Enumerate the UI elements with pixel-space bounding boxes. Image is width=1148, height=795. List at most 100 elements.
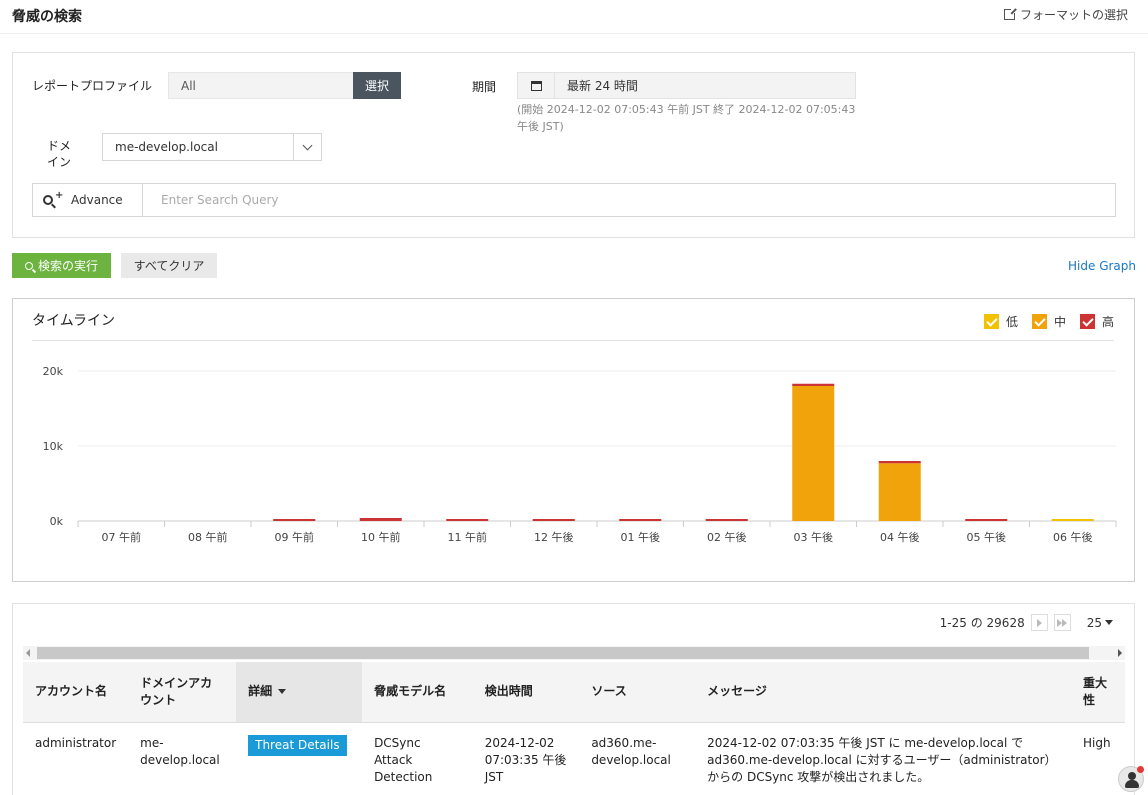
timeline-panel: タイムライン 低 中 高 0k 10k 20k 07 午前 08 午前 09 午前 10 午… — [12, 298, 1135, 582]
checkbox-checked-icon — [983, 314, 999, 329]
chevron-down-icon — [302, 140, 313, 150]
cell-domain-account: me-develop.local — [140, 735, 220, 767]
bar-segment — [792, 386, 835, 521]
cell-account: administrator — [35, 735, 117, 750]
profile-input[interactable]: All — [168, 72, 354, 99]
domain-label: ドメ イン — [47, 138, 71, 170]
page-header: 脅威の検索 フォーマットの選択 — [0, 0, 1148, 34]
x-tick-label: 01 午後 — [621, 530, 661, 544]
legend-item-high[interactable]: 高 — [1079, 313, 1114, 330]
sort-desc-icon — [278, 689, 287, 695]
search-plus-icon — [43, 195, 53, 205]
timeline-title: タイムライン — [32, 313, 116, 329]
x-tick-label: 06 午後 — [1053, 530, 1093, 544]
advance-label: Advance — [71, 193, 123, 207]
advanced-search-bar: + Advance — [32, 183, 1116, 217]
period-picker[interactable]: 最新 24 時間 — [517, 72, 856, 99]
filter-panel: レポートプロファイル All 選択 期間 最新 24 時間 (開始 2024-1… — [12, 52, 1135, 238]
profile-select-button[interactable]: 選択 — [353, 72, 401, 99]
threat-details-button[interactable]: Threat Details — [248, 734, 347, 756]
cell-details: Threat Details — [236, 722, 362, 786]
period-value: 最新 24 時間 — [567, 79, 638, 93]
x-tick-label: 08 午前 — [188, 530, 228, 544]
x-tick-label: 11 午前 — [448, 530, 488, 544]
checkbox-checked-icon — [1079, 314, 1095, 329]
bar-segment — [359, 518, 402, 521]
help-assistant-button[interactable] — [1118, 766, 1144, 792]
format-select-label: フォーマットの選択 — [1019, 8, 1128, 22]
domain-select[interactable]: me-develop.local — [102, 133, 322, 161]
x-tick-label: 03 午後 — [794, 530, 834, 544]
pagination-range: 1-25 の 29628 — [939, 616, 1025, 630]
bar-segment — [446, 519, 489, 521]
bar-segment — [1051, 519, 1094, 521]
last-page-button[interactable] — [1053, 614, 1071, 631]
details-header-label: 詳細 — [248, 684, 273, 699]
notification-dot — [1137, 766, 1144, 773]
horizontal-scrollbar[interactable] — [23, 646, 1125, 660]
per-page-select[interactable]: 25 — [1087, 616, 1113, 630]
column-header-details[interactable]: 詳細 — [236, 662, 363, 723]
scroll-right-icon[interactable] — [1118, 649, 1122, 657]
chart-legend: 低 中 高 — [983, 313, 1114, 330]
column-header-account[interactable]: アカウント名 — [23, 662, 129, 723]
bar-segment — [705, 519, 748, 521]
advance-search-button[interactable]: + Advance — [33, 184, 143, 216]
period-label: 期間 — [472, 80, 497, 94]
scroll-left-icon[interactable] — [26, 649, 30, 657]
next-page-button[interactable] — [1030, 614, 1048, 631]
checkbox-checked-icon — [1031, 314, 1047, 329]
x-tick-label: 09 午前 — [275, 530, 315, 544]
x-tick-label: 02 午後 — [707, 530, 747, 544]
column-header-time[interactable]: 検出時間 — [472, 662, 580, 723]
bar-segment — [878, 463, 921, 521]
user-icon — [1128, 772, 1136, 780]
scrollbar-thumb[interactable] — [37, 647, 1089, 659]
bar-segment — [273, 519, 316, 521]
page-title: 脅威の検索 — [12, 9, 82, 25]
cell-time: 2024-12-02 07:03:35 午後 JST — [484, 735, 567, 784]
column-header-source[interactable]: ソース — [579, 662, 696, 723]
domain-dropdown-toggle[interactable] — [293, 134, 321, 160]
column-header-severity[interactable]: 重大性 — [1070, 662, 1125, 723]
legend-item-low[interactable]: 低 — [983, 313, 1018, 330]
cell-source: ad360.me-develop.local — [591, 735, 671, 767]
calendar-button[interactable] — [518, 73, 555, 98]
search-query-input[interactable] — [151, 184, 1101, 216]
legend-item-medium[interactable]: 中 — [1031, 313, 1066, 330]
calendar-icon — [530, 80, 542, 91]
domain-label-line2: イン — [47, 155, 72, 169]
period-range-text: (開始 2024-12-02 07:05:43 午前 JST 終了 2024-1… — [517, 103, 856, 133]
timeline-chart: 0k 10k 20k 07 午前 08 午前 09 午前 10 午前 11 午前 12 午後 01… — [43, 365, 1117, 544]
hide-graph-link[interactable]: Hide Graph — [1068, 259, 1136, 273]
bar-segment — [792, 383, 835, 386]
y-tick-label: 10k — [43, 440, 64, 453]
x-tick-label: 07 午前 — [102, 530, 142, 544]
column-header-threat-model[interactable]: 脅威モデル名 — [362, 662, 473, 723]
legend-label-high: 高 — [1101, 315, 1114, 329]
timeline-divider — [32, 340, 1114, 341]
bar-segment — [619, 519, 662, 521]
x-tick-label: 12 午後 — [534, 530, 574, 544]
bar-segment — [878, 461, 921, 464]
pagination: 1-25 の 29628 25 — [940, 614, 1113, 631]
cell-message: 2024-12-02 07:03:35 午後 JST に me-develop.… — [707, 735, 1057, 784]
table-header-row: アカウント名 ドメインアカウント 詳細 脅威モデル名 検出時間 ソース メッセー… — [23, 662, 1125, 723]
bar-segment — [532, 519, 575, 521]
column-header-message[interactable]: メッセージ — [695, 662, 1071, 723]
domain-select-value: me-develop.local — [115, 140, 218, 154]
format-select-link[interactable]: フォーマットの選択 — [1003, 6, 1128, 23]
bar-segment — [965, 519, 1008, 521]
run-search-label: 検索の実行 — [37, 259, 98, 273]
clear-all-button[interactable]: すべてクリア — [121, 253, 217, 278]
column-header-domain-account[interactable]: ドメインアカウント — [128, 662, 237, 723]
cell-severity: High — [1082, 735, 1111, 750]
chevron-right-icon — [1036, 618, 1042, 627]
search-icon — [24, 261, 33, 270]
profile-label: レポートプロファイル — [32, 79, 153, 93]
cell-threat-model: DCSync Attack Detection — [374, 735, 433, 784]
x-tick-label: 04 午後 — [880, 530, 920, 544]
y-tick-label: 20k — [43, 365, 64, 378]
run-search-button[interactable]: 検索の実行 — [12, 253, 111, 278]
results-panel: 1-25 の 29628 25 アカウント名 ドメインアカウント 詳細 脅威モデ… — [12, 603, 1135, 795]
